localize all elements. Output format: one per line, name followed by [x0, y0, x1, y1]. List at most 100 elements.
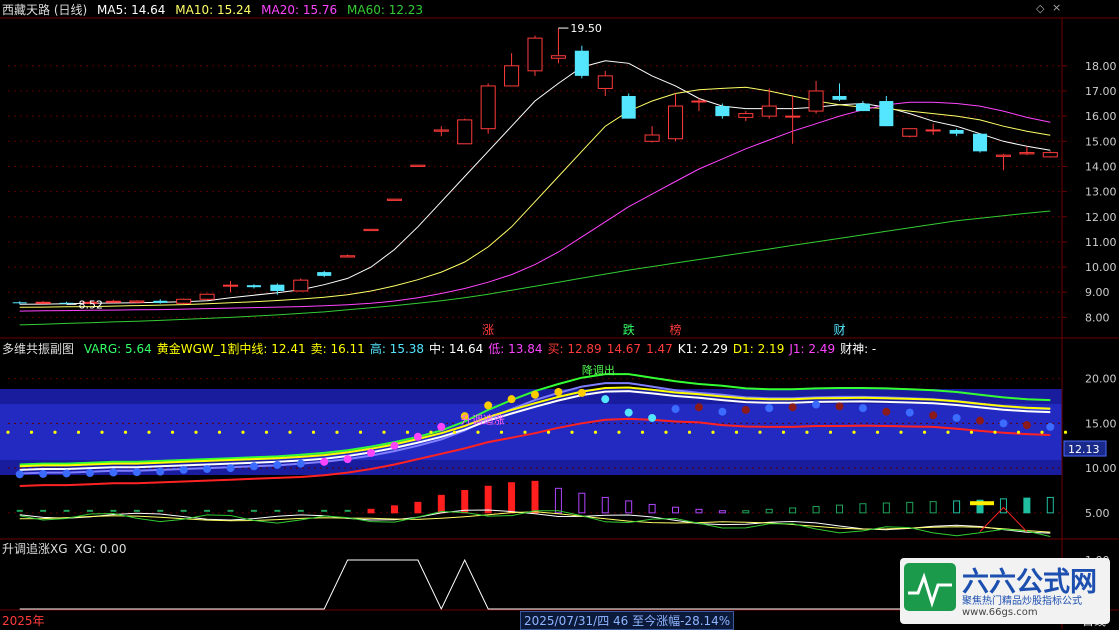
level-dot	[311, 430, 316, 434]
sub1-legend-item: K1: 2.29	[677, 342, 728, 356]
ma-line-ma60	[19, 210, 1051, 326]
ma-line-ma5	[19, 60, 1051, 305]
sub1-legend-item: 中: 14.64	[429, 342, 484, 356]
signal-dot	[882, 407, 891, 416]
logo-site: www.66gs.com	[962, 607, 1038, 618]
main-panel-grid	[8, 65, 1062, 318]
candle-body	[691, 100, 707, 103]
candle-body	[879, 101, 894, 127]
level-dot	[781, 430, 786, 434]
k-line	[19, 509, 1051, 534]
candle-body	[832, 95, 847, 100]
close-icon[interactable]: ×	[1052, 1, 1061, 14]
logo-slogan: 聚焦热门精品炒股指标公式	[962, 596, 1082, 607]
xg-line	[19, 558, 1051, 611]
candlestick-series: 19.50 8.52	[12, 22, 1058, 311]
event-marker: 榜	[670, 322, 682, 337]
level-dot	[687, 430, 692, 434]
price-annotation: 19.50	[570, 22, 602, 35]
level-dot	[217, 430, 222, 434]
watermark-logo: 六六公式网 聚焦热门精品炒股指标公式 www.66gs.com	[900, 558, 1110, 624]
candle-body	[972, 133, 988, 152]
cursor-info-box: 2025/07/31/四 46 至今涨幅-28.14%	[520, 611, 735, 630]
level-dot	[993, 430, 997, 434]
momentum-bar	[554, 487, 562, 514]
level-dot	[711, 430, 715, 434]
signal-dot	[1046, 422, 1055, 431]
y-tick-label: 16.00	[1085, 110, 1117, 123]
candle-body	[1042, 152, 1058, 158]
momentum-bar	[859, 503, 867, 514]
level-dot	[6, 430, 10, 434]
stock-chart-canvas[interactable]: 8.00 9.00 10.00 11.00 12.00 13.00 14.00 15.00 16…	[0, 0, 1119, 629]
candle-body	[270, 284, 285, 291]
candle-body	[1019, 152, 1035, 155]
sub1-title: 多维共振副图	[2, 342, 75, 356]
signal-dot	[343, 455, 352, 464]
level-dot	[875, 430, 880, 434]
ma60-legend: MA60: 12.23	[347, 3, 424, 17]
signal-dot	[226, 464, 235, 473]
signal-dot	[413, 432, 422, 441]
momentum-bar	[1046, 496, 1054, 514]
ma-line-ma20	[19, 101, 1051, 312]
candle-body	[199, 293, 215, 300]
momentum-bar	[718, 510, 726, 514]
level-dot	[288, 430, 292, 434]
signal-dot	[601, 395, 610, 404]
y-tick-label: 11.00	[1085, 236, 1117, 249]
level-dot	[852, 430, 856, 434]
candle-body	[597, 75, 613, 89]
level-dot	[640, 430, 645, 434]
signal-dot	[952, 413, 961, 422]
momentum-bar	[578, 492, 586, 514]
momentum-bar	[882, 502, 890, 514]
momentum-bar	[625, 500, 633, 514]
signal-dot	[320, 457, 329, 466]
candle-body	[808, 90, 824, 112]
signal-dot	[390, 441, 399, 450]
signal-dot	[62, 469, 71, 478]
signal-dot	[179, 465, 188, 474]
level-dot	[29, 430, 34, 434]
candle-body	[574, 50, 589, 76]
level-dot	[828, 430, 833, 434]
signal-dot	[1022, 421, 1031, 430]
signal-dot	[858, 404, 867, 413]
main-legend: 西藏天路 (日线) MA5: 14.64 MA10: 15.24 MA20: 1…	[2, 2, 429, 18]
signal-dot	[203, 464, 212, 473]
signal-dot	[109, 468, 118, 477]
momentum-bar	[484, 485, 492, 514]
level-dot	[264, 430, 269, 434]
momentum-bar	[508, 482, 516, 514]
main-title: 西藏天路 (日线)	[2, 3, 88, 17]
sub1-legend-item: 财神: -	[840, 342, 877, 356]
footer-year: 2025年	[2, 614, 45, 628]
level-dot	[170, 430, 175, 434]
candle-body	[550, 55, 566, 59]
momentum-bar	[1023, 497, 1031, 514]
level-dot	[53, 430, 57, 434]
level-dot	[946, 430, 950, 434]
candle-body	[527, 37, 543, 72]
reset-label: 降调出	[582, 363, 615, 377]
sub1-legend-item: D1: 2.19	[732, 342, 785, 356]
value-tag: 12.13	[1068, 443, 1100, 456]
candle-body	[644, 134, 660, 142]
level-dot	[523, 430, 527, 434]
level-dot	[617, 430, 621, 434]
momentum-bar	[648, 503, 656, 514]
momentum-bar	[953, 500, 961, 514]
level-dot	[664, 430, 668, 434]
level-dot	[969, 430, 974, 434]
diamond-icon[interactable]: ◇	[1036, 2, 1044, 15]
candle-body	[855, 103, 870, 112]
momentum-bar	[999, 498, 1007, 514]
candle-body	[222, 284, 239, 287]
candle-body	[246, 285, 261, 288]
momentum-bar	[812, 506, 820, 514]
candle-body	[738, 113, 754, 118]
candle-body	[105, 300, 121, 303]
sub2-legend: 升调追涨XG XG: 0.00	[2, 541, 132, 557]
candle-body	[340, 255, 356, 258]
